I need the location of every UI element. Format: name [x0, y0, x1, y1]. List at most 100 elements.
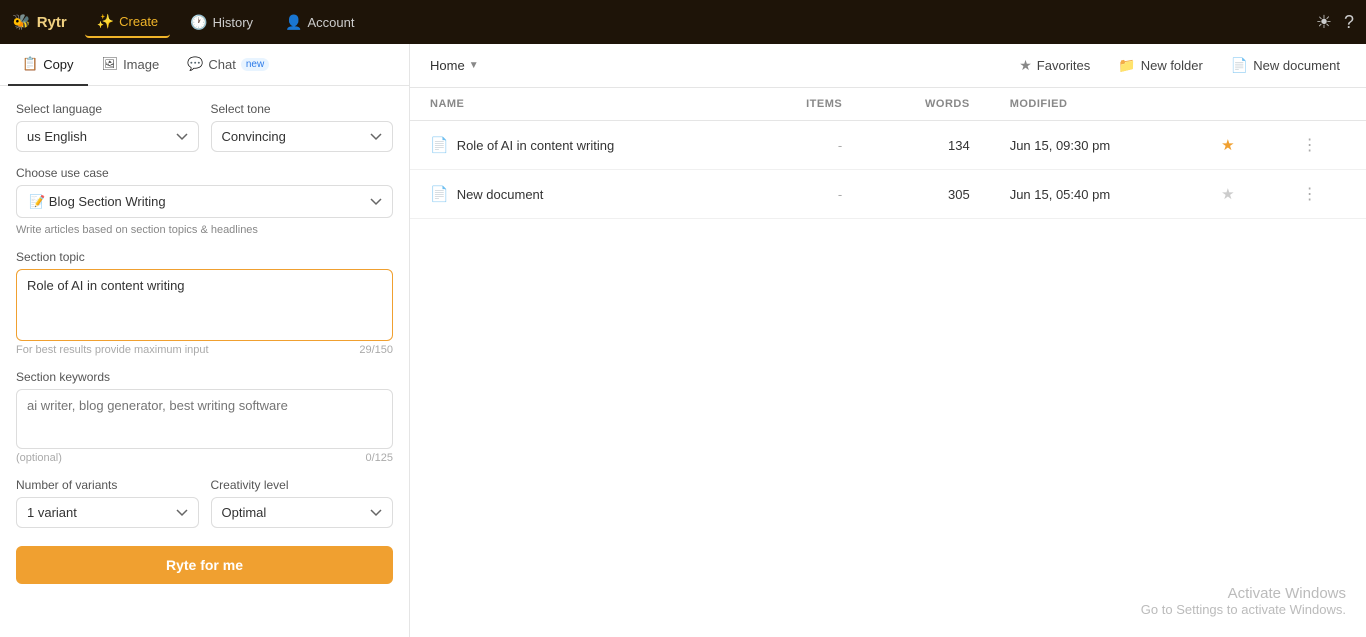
doc-more-cell-1: ⋮: [1282, 121, 1366, 170]
new-document-icon: 📄: [1231, 57, 1248, 74]
col-more: [1282, 88, 1366, 121]
new-folder-icon: 📁: [1118, 57, 1135, 74]
section-topic-counter: 29/150: [359, 344, 393, 356]
doc-items-1: -: [748, 121, 863, 170]
main-layout: 📋 Copy 🖼 Image 💬 Chat new Select languag…: [0, 44, 1366, 637]
doc-name-1[interactable]: Role of AI in content writing: [457, 138, 615, 153]
creativity-group: Creativity level Optimal: [211, 478, 394, 528]
generate-button[interactable]: Ryte for me: [16, 546, 393, 584]
topnav-right: ☀ ?: [1316, 12, 1354, 33]
variants-creativity-row: Number of variants 1 variant Creativity …: [16, 478, 393, 528]
doc-more-1[interactable]: ⋮: [1302, 137, 1318, 154]
language-group: Select language us English: [16, 102, 199, 152]
doc-words-1: 134: [862, 121, 989, 170]
help-icon[interactable]: ?: [1344, 12, 1354, 33]
tab-copy[interactable]: 📋 Copy: [8, 44, 88, 86]
col-items: ITEMS: [748, 88, 863, 121]
keywords-input[interactable]: [16, 389, 393, 449]
home-caret-icon: ▼: [469, 60, 479, 71]
variants-label: Number of variants: [16, 478, 199, 492]
home-breadcrumb[interactable]: Home ▼: [430, 58, 479, 73]
history-icon: 🕐: [190, 14, 207, 31]
col-name: NAME: [410, 88, 748, 121]
section-topic-label: Section topic: [16, 250, 393, 264]
nav-history[interactable]: 🕐 History: [178, 8, 265, 37]
section-topic-input[interactable]: Role of AI in content writing: [16, 269, 393, 341]
tone-select[interactable]: Convincing: [211, 121, 394, 152]
section-topic-hint-text: For best results provide maximum input: [16, 344, 209, 356]
favorites-label: Favorites: [1037, 58, 1090, 73]
doc-star-cell-1: ★: [1201, 121, 1281, 170]
documents-table-area: NAME ITEMS WORDS MODIFIED 📄 Role of A: [410, 88, 1366, 637]
language-select[interactable]: us English: [16, 121, 199, 152]
account-icon: 👤: [285, 14, 302, 31]
tone-group: Select tone Convincing: [211, 102, 394, 152]
top-navigation: 🐝 Rytr ✨ Create 🕐 History 👤 Account ☀ ?: [0, 0, 1366, 44]
doc-star-1[interactable]: ★: [1221, 137, 1234, 154]
doc-more-cell-2: ⋮: [1282, 170, 1366, 219]
creativity-label: Creativity level: [211, 478, 394, 492]
doc-name-cell: 📄 Role of AI in content writing: [410, 121, 748, 170]
creativity-select[interactable]: Optimal: [211, 497, 394, 528]
nav-account-label: Account: [308, 15, 355, 30]
document-actions: ★ Favorites 📁 New folder 📄 New document: [1013, 53, 1346, 78]
doc-file-icon-2: 📄: [430, 185, 449, 203]
doc-name-cell: 📄 New document: [410, 170, 748, 219]
table-header-row: NAME ITEMS WORDS MODIFIED: [410, 88, 1366, 121]
doc-star-cell-2: ★: [1201, 170, 1281, 219]
doc-words-2: 305: [862, 170, 989, 219]
variants-group: Number of variants 1 variant: [16, 478, 199, 528]
tone-label: Select tone: [211, 102, 394, 116]
new-folder-label: New folder: [1141, 58, 1203, 73]
tab-copy-label: Copy: [43, 57, 73, 72]
doc-star-2[interactable]: ★: [1221, 186, 1234, 203]
variants-select[interactable]: 1 variant: [16, 497, 199, 528]
use-case-select[interactable]: 📝 Blog Section Writing: [16, 185, 393, 218]
doc-items-2: -: [748, 170, 863, 219]
document-header: Home ▼ ★ Favorites 📁 New folder 📄 New do…: [410, 44, 1366, 88]
logo-label: Rytr: [37, 14, 67, 31]
tab-chat[interactable]: 💬 Chat new: [173, 44, 283, 86]
col-star: [1201, 88, 1281, 121]
language-tone-row: Select language us English Select tone C…: [16, 102, 393, 152]
use-case-description: Write articles based on section topics &…: [16, 224, 393, 236]
doc-name-2[interactable]: New document: [457, 187, 544, 202]
tab-image[interactable]: 🖼 Image: [88, 44, 174, 86]
create-icon: ✨: [97, 13, 114, 30]
nav-account[interactable]: 👤 Account: [273, 8, 366, 37]
table-row: 📄 New document - 305 Jun 15, 05:40 pm ★ …: [410, 170, 1366, 219]
doc-file-icon-1: 📄: [430, 136, 449, 154]
keywords-group: Section keywords (optional) 0/125: [16, 370, 393, 464]
language-label: Select language: [16, 102, 199, 116]
col-words: WORDS: [862, 88, 989, 121]
nav-create-label: Create: [119, 14, 158, 29]
tab-bar: 📋 Copy 🖼 Image 💬 Chat new: [0, 44, 409, 86]
image-tab-icon: 🖼: [102, 56, 119, 72]
right-panel: Home ▼ ★ Favorites 📁 New folder 📄 New do…: [410, 44, 1366, 637]
section-topic-hints: For best results provide maximum input 2…: [16, 344, 393, 356]
chat-tab-icon: 💬: [187, 56, 203, 72]
home-label: Home: [430, 58, 465, 73]
sun-icon[interactable]: ☀: [1316, 12, 1332, 33]
new-folder-button[interactable]: 📁 New folder: [1112, 53, 1209, 78]
new-document-label: New document: [1253, 58, 1340, 73]
use-case-label: Choose use case: [16, 166, 393, 180]
keywords-optional: (optional): [16, 452, 62, 464]
chat-badge: new: [241, 58, 269, 71]
form-area: Select language us English Select tone C…: [0, 86, 409, 637]
tab-image-label: Image: [123, 57, 159, 72]
use-case-wrapper: Choose use case 📝 Blog Section Writing: [16, 166, 393, 218]
logo[interactable]: 🐝 Rytr: [12, 13, 67, 31]
keywords-label: Section keywords: [16, 370, 393, 384]
keywords-counter: 0/125: [365, 452, 393, 464]
nav-history-label: History: [213, 15, 253, 30]
favorites-button[interactable]: ★ Favorites: [1013, 53, 1096, 78]
tab-chat-label: Chat: [208, 57, 235, 72]
doc-modified-1: Jun 15, 09:30 pm: [990, 121, 1201, 170]
copy-tab-icon: 📋: [22, 56, 38, 72]
col-modified: MODIFIED: [990, 88, 1201, 121]
nav-create[interactable]: ✨ Create: [85, 7, 170, 38]
new-document-button[interactable]: 📄 New document: [1225, 53, 1346, 78]
doc-more-2[interactable]: ⋮: [1302, 186, 1318, 203]
logo-icon: 🐝: [12, 13, 31, 31]
